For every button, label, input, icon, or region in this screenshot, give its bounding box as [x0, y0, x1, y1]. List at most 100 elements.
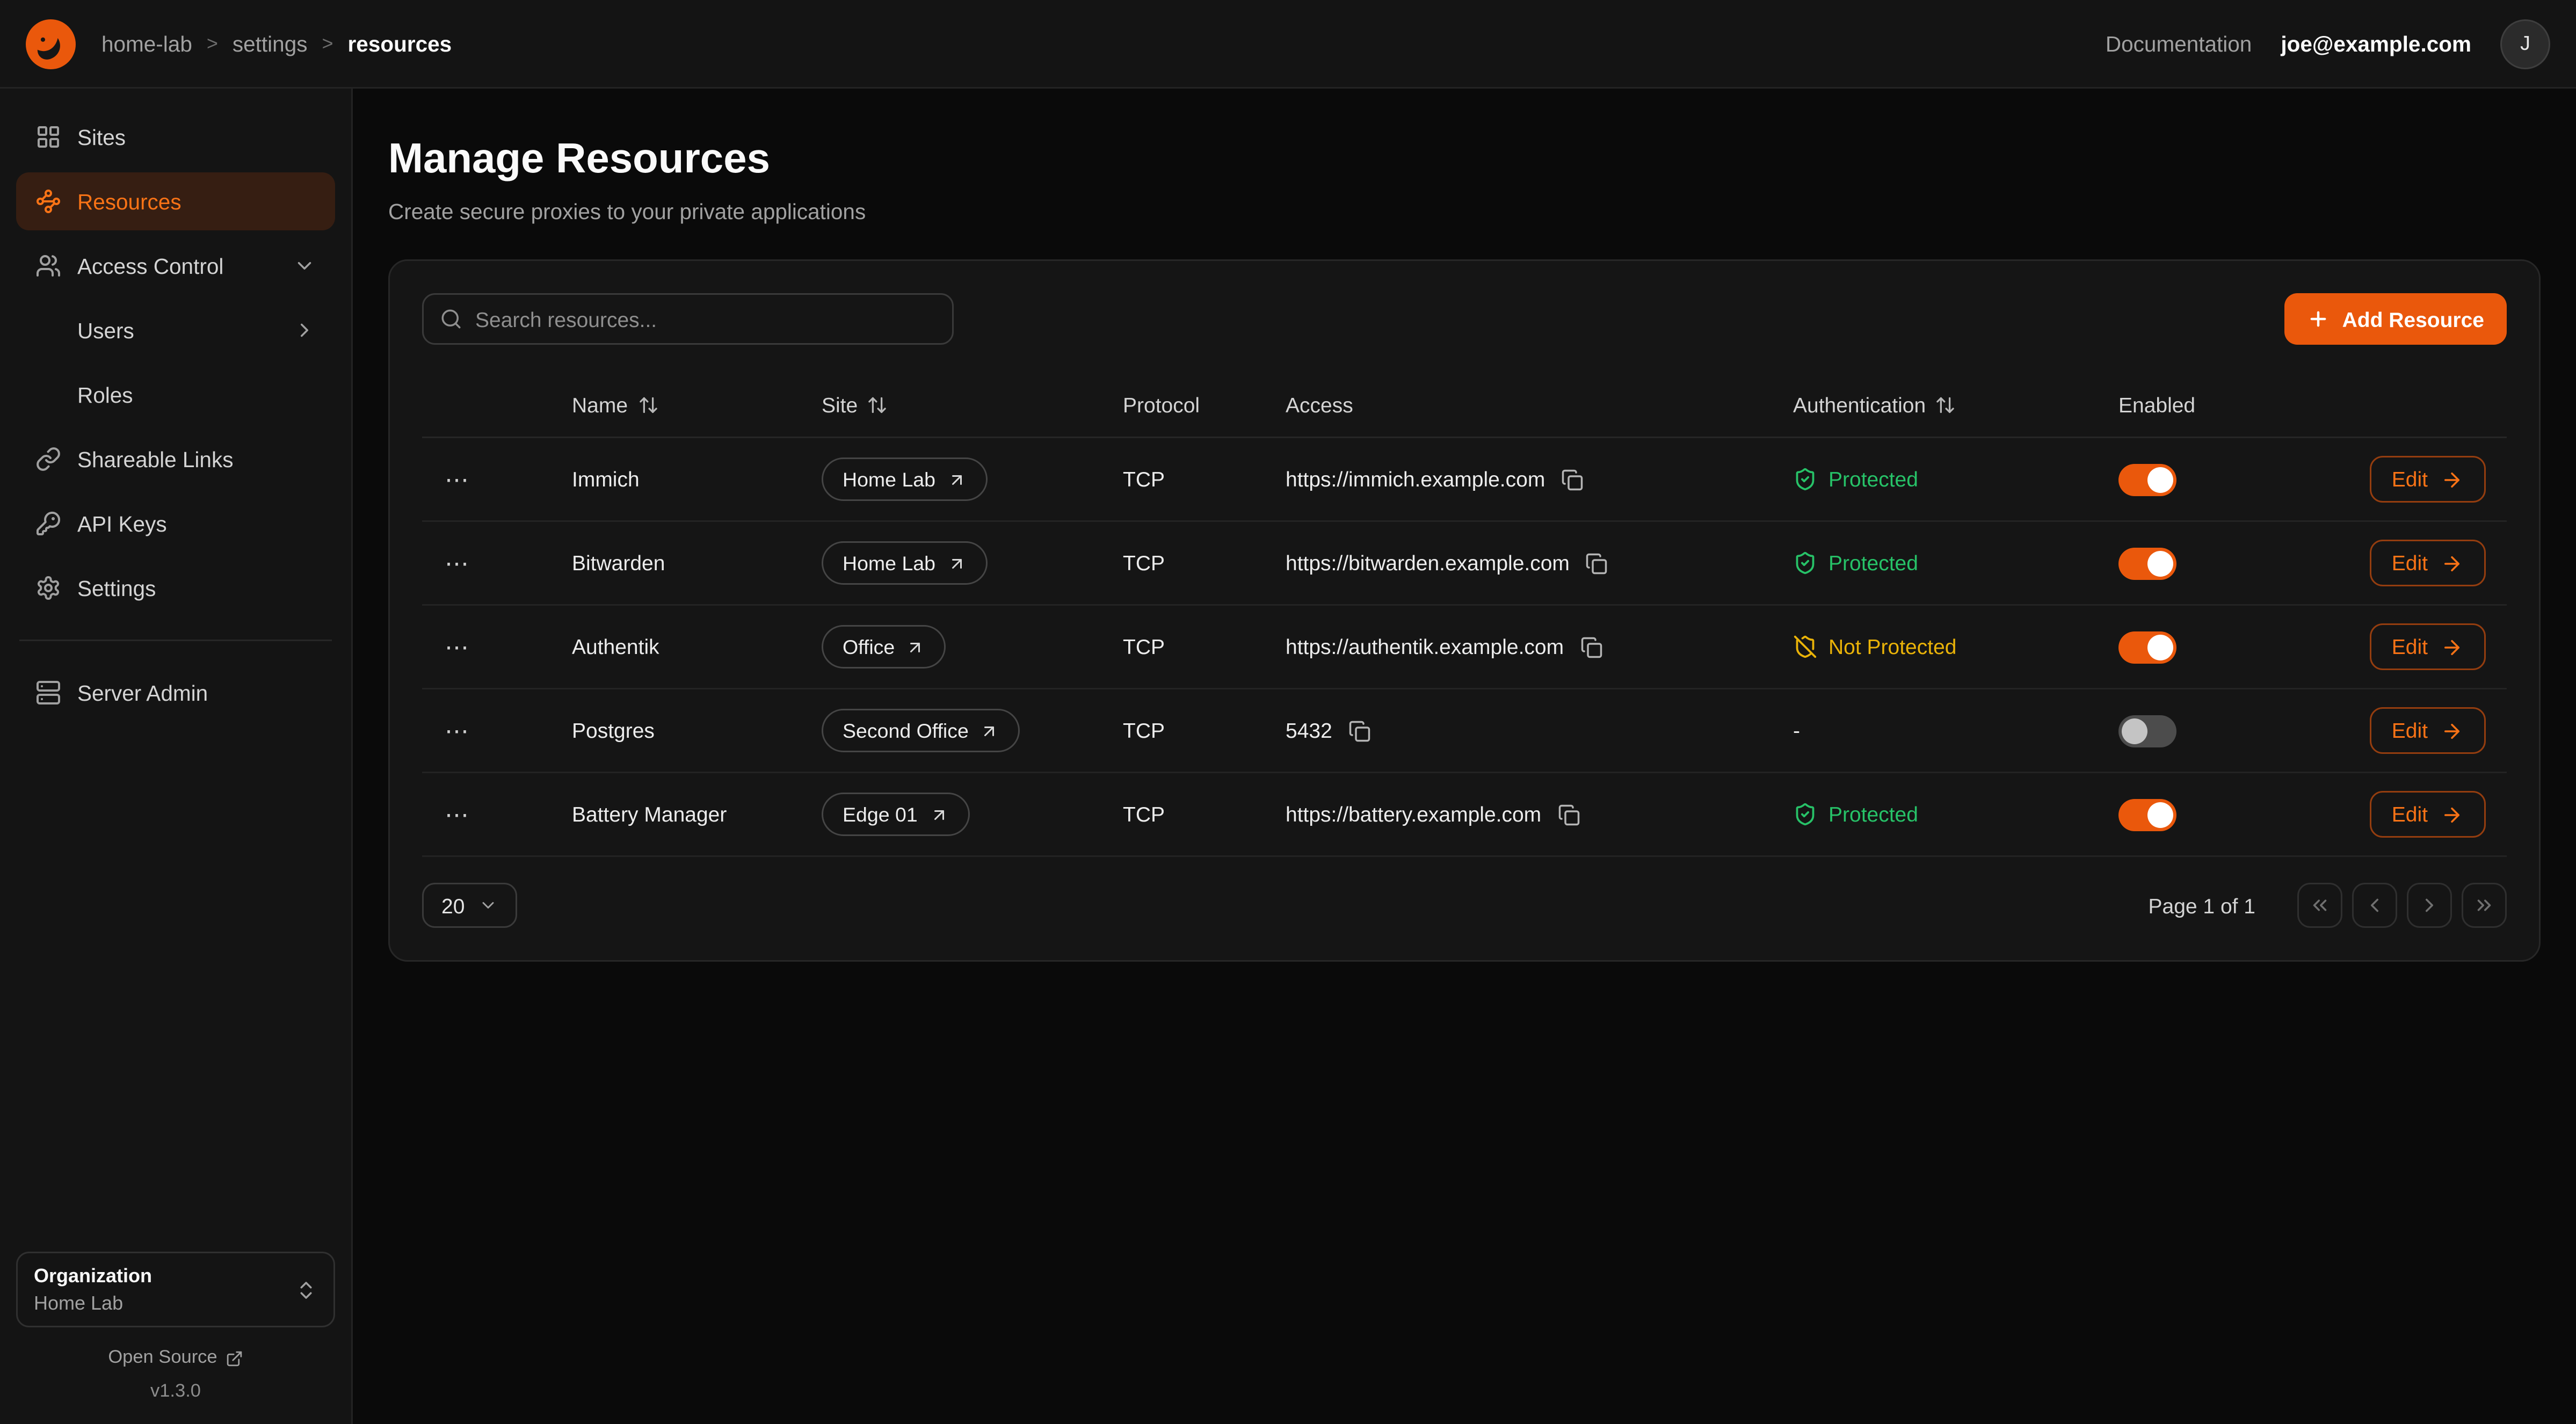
open-source-link[interactable]: Open Source — [16, 1348, 335, 1368]
resource-name: Battery Manager — [572, 802, 822, 826]
last-page-button[interactable] — [2462, 883, 2507, 928]
breadcrumb-separator: > — [322, 32, 333, 55]
column-header-label: Access — [1286, 393, 1353, 417]
column-header-site[interactable]: Site — [822, 393, 888, 417]
shield-check-icon — [1793, 802, 1817, 826]
site-link-button[interactable]: Office — [822, 625, 946, 669]
access-url: https://battery.example.com — [1286, 802, 1541, 826]
copy-icon[interactable] — [1348, 718, 1373, 743]
page-size-select[interactable]: 20 — [422, 883, 518, 928]
access-url: https://authentik.example.com — [1286, 635, 1564, 659]
auth-status: Protected — [1793, 802, 2118, 826]
copy-icon[interactable] — [1561, 467, 1585, 491]
row-menu-button[interactable]: ⋯ — [422, 800, 470, 829]
row-menu-button[interactable]: ⋯ — [422, 465, 470, 494]
edit-button[interactable]: Edit — [2369, 623, 2486, 670]
organization-selector[interactable]: Organization Home Lab — [16, 1252, 335, 1327]
edit-label: Edit — [2392, 635, 2428, 659]
organization-text: Organization Home Lab — [34, 1265, 152, 1314]
search-input[interactable] — [475, 307, 936, 331]
plus-icon — [2307, 308, 2330, 330]
key-icon — [35, 511, 61, 536]
search-icon — [440, 308, 462, 330]
add-resource-button[interactable]: Add Resource — [2284, 293, 2507, 345]
app-window: home-lab > settings > resources Document… — [0, 0, 2576, 1424]
protocol-value: TCP — [1123, 718, 1286, 743]
column-header-name[interactable]: Name — [572, 393, 658, 417]
next-page-button[interactable] — [2407, 883, 2452, 928]
sidebar-divider — [19, 640, 332, 641]
sidebar-item-sites[interactable]: Sites — [16, 108, 335, 166]
sidebar-item-api-keys[interactable]: API Keys — [16, 495, 335, 553]
site-name: Edge 01 — [843, 803, 918, 826]
version-label: v1.3.0 — [16, 1382, 335, 1401]
copy-icon[interactable] — [1557, 802, 1581, 826]
site-link-button[interactable]: Home Lab — [822, 541, 987, 585]
row-menu-button[interactable]: ⋯ — [422, 716, 470, 745]
page-subtitle: Create secure proxies to your private ap… — [388, 200, 2541, 224]
access-url: https://bitwarden.example.com — [1286, 551, 1570, 575]
row-menu-button[interactable]: ⋯ — [422, 633, 470, 662]
row-menu-button[interactable]: ⋯ — [422, 549, 470, 578]
arrow-up-right-icon — [947, 470, 966, 489]
enabled-toggle[interactable] — [2118, 798, 2176, 831]
edit-button[interactable]: Edit — [2369, 540, 2486, 586]
page-indicator: Page 1 of 1 — [2149, 893, 2256, 918]
enabled-toggle[interactable] — [2118, 715, 2176, 747]
copy-icon[interactable] — [1586, 551, 1610, 575]
pager-buttons — [2297, 883, 2507, 928]
column-header-authentication[interactable]: Authentication — [1793, 393, 1956, 417]
sidebar-item-access-control[interactable]: Access Control — [16, 237, 335, 295]
chevron-down-icon — [479, 896, 498, 915]
protocol-value: TCP — [1123, 635, 1286, 659]
waypoints-icon — [35, 188, 61, 214]
chevron-right-icon — [2418, 894, 2441, 917]
arrow-right-icon — [2441, 468, 2463, 491]
sidebar-item-shareable-links[interactable]: Shareable Links — [16, 430, 335, 488]
app-logo-icon[interactable] — [26, 19, 76, 69]
documentation-link[interactable]: Documentation — [2106, 32, 2252, 56]
avatar[interactable]: J — [2500, 19, 2550, 69]
column-header-label: Name — [572, 393, 628, 417]
edit-button[interactable]: Edit — [2369, 456, 2486, 503]
edit-button[interactable]: Edit — [2369, 707, 2486, 754]
toggle-knob — [2147, 550, 2173, 576]
shield-off-icon — [1793, 635, 1817, 659]
edit-label: Edit — [2392, 718, 2428, 743]
sidebar-item-resources[interactable]: Resources — [16, 172, 335, 230]
site-link-button[interactable]: Edge 01 — [822, 793, 969, 836]
sidebar-item-label: Server Admin — [77, 681, 208, 705]
open-source-label: Open Source — [108, 1348, 217, 1368]
sidebar-item-users[interactable]: Users — [16, 301, 335, 359]
chevrons-right-icon — [2473, 894, 2495, 917]
site-link-button[interactable]: Second Office — [822, 709, 1020, 752]
sidebar-footer: Organization Home Lab Open Source v1.3.0 — [16, 1252, 335, 1401]
first-page-button[interactable] — [2297, 883, 2342, 928]
previous-page-button[interactable] — [2352, 883, 2397, 928]
column-header-access: Access — [1286, 393, 1353, 417]
chevron-down-icon — [293, 255, 316, 277]
auth-status-label: - — [1793, 718, 1800, 743]
sidebar-item-roles[interactable]: Roles — [16, 366, 335, 424]
enabled-toggle[interactable] — [2118, 463, 2176, 496]
chevrons-left-icon — [2309, 894, 2331, 917]
main-content: Manage Resources Create secure proxies t… — [353, 89, 2576, 1424]
sidebar-item-server-admin[interactable]: Server Admin — [16, 664, 335, 722]
sidebar-item-label: Access Control — [77, 254, 223, 278]
page-size-value: 20 — [441, 893, 465, 918]
auth-status: Protected — [1793, 551, 2118, 575]
protocol-value: TCP — [1123, 802, 1286, 826]
breadcrumb-org[interactable]: home-lab — [101, 32, 192, 56]
enabled-toggle[interactable] — [2118, 631, 2176, 663]
access-url: https://immich.example.com — [1286, 467, 1545, 491]
site-link-button[interactable]: Home Lab — [822, 457, 987, 501]
edit-button[interactable]: Edit — [2369, 791, 2486, 838]
resource-name: Postgres — [572, 718, 822, 743]
sidebar-item-settings[interactable]: Settings — [16, 559, 335, 617]
gear-icon — [35, 575, 61, 601]
breadcrumb-settings[interactable]: settings — [233, 32, 308, 56]
shield-check-icon — [1793, 467, 1817, 491]
content-shell: Sites Resources Access Control Users Rol… — [0, 89, 2576, 1424]
enabled-toggle[interactable] — [2118, 547, 2176, 579]
copy-icon[interactable] — [1580, 635, 1604, 659]
